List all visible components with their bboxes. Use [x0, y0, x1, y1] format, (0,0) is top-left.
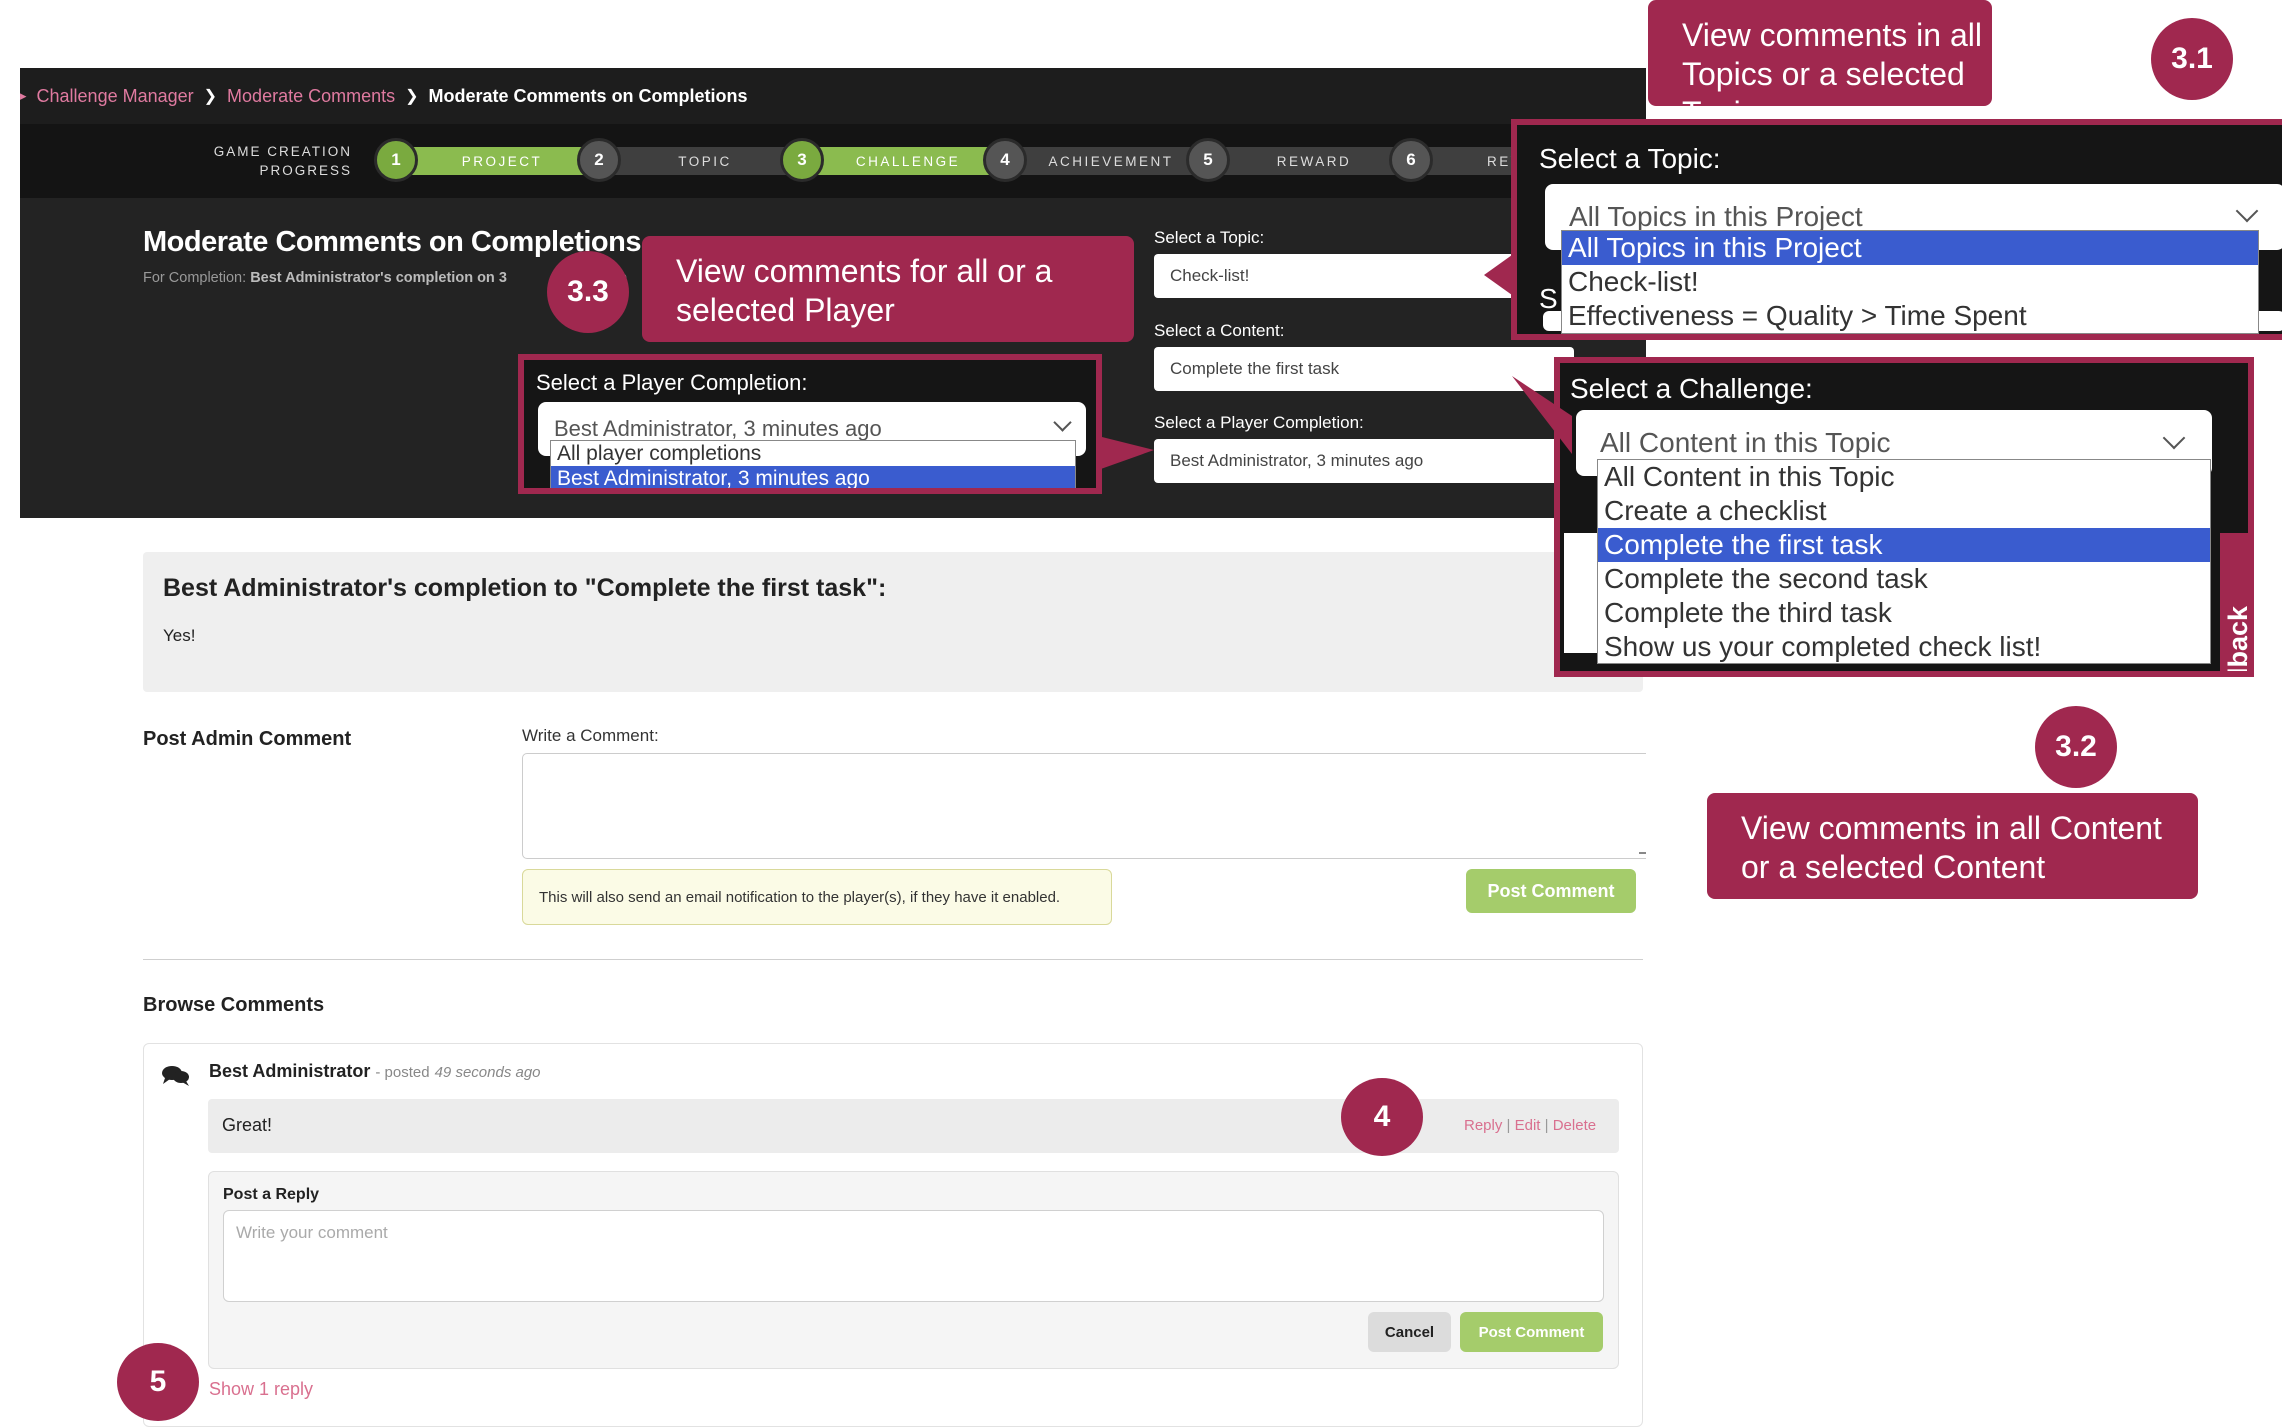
challenge-option[interactable]: Complete the third task: [1598, 596, 2210, 630]
player-option[interactable]: Best Administrator, 3 minutes ago: [551, 466, 1075, 488]
post-comment-button[interactable]: Post Comment: [1466, 869, 1636, 913]
step-topic[interactable]: TOPIC: [615, 147, 795, 175]
completion-title: Best Administrator's completion to "Comp…: [163, 574, 887, 602]
subtitle-prefix: For Completion:: [143, 270, 247, 286]
breadcrumb-current: Moderate Comments on Completions: [428, 85, 748, 106]
zoom-challenge-value: All Content in this Topic: [1600, 427, 1891, 458]
badge-4: 4: [1341, 1078, 1423, 1156]
breadcrumb: ▸ Challenge Manager ❯ Moderate Comments …: [20, 68, 748, 124]
challenge-option[interactable]: Show us your completed check list!: [1598, 630, 2210, 664]
pointer-arrow-icon: [1098, 430, 1154, 470]
step-number-3[interactable]: 3: [780, 138, 824, 182]
show-replies-link[interactable]: Show 1 reply: [209, 1379, 313, 1400]
badge-5: 5: [117, 1343, 199, 1421]
callout-topic: View comments in all Topics or a selecte…: [1648, 0, 1992, 131]
challenge-option[interactable]: Complete the second task: [1598, 562, 2210, 596]
breadcrumb-bar: ▸ Challenge Manager ❯ Moderate Comments …: [20, 68, 1646, 124]
content-select[interactable]: Complete the first task: [1154, 347, 1574, 391]
zoom-challenge-label: Select a Challenge:: [1570, 373, 1813, 404]
breadcrumb-moderate-comments[interactable]: Moderate Comments: [227, 86, 395, 107]
step-label: REWARD: [1276, 153, 1352, 169]
browse-comments-heading: Browse Comments: [143, 994, 325, 1016]
completion-answer: Yes!: [163, 626, 196, 645]
step-number-5[interactable]: 5: [1186, 138, 1230, 182]
post-admin-heading: Post Admin Comment: [143, 728, 352, 750]
player-option[interactable]: All player completions: [551, 441, 1075, 466]
action-separator: |: [1506, 1117, 1511, 1134]
challenge-options-list: All Content in this Topic Create a check…: [1597, 459, 2211, 664]
edit-link[interactable]: Edit: [1515, 1117, 1541, 1134]
step-label: PROJECT: [461, 153, 543, 169]
zoom-player-label: Select a Player Completion:: [536, 370, 808, 395]
reply-input[interactable]: Write your comment: [223, 1210, 1604, 1302]
badge-3-2: 3.2: [2035, 706, 2117, 788]
player-select[interactable]: Best Administrator, 3 minutes ago: [1154, 439, 1574, 483]
topic-option[interactable]: All Topics in this Project: [1562, 231, 2258, 265]
resize-handle-icon[interactable]: [1639, 842, 1646, 854]
page-title: Moderate Comments on Completions: [143, 226, 642, 258]
callout-player: View comments for all or a selected Play…: [642, 236, 1134, 342]
step-number-1[interactable]: 1: [374, 138, 418, 182]
step-label: CHALLENGE: [855, 153, 961, 169]
pointer-arrow-icon: [1512, 376, 1572, 456]
content-select-label: Select a Content:: [1154, 321, 1285, 340]
comment-meta: Best Administrator - posted 49 seconds a…: [209, 1061, 541, 1082]
cancel-button[interactable]: Cancel: [1368, 1312, 1451, 1352]
step-number-2[interactable]: 2: [577, 138, 621, 182]
comments-icon: [162, 1065, 190, 1087]
reply-link[interactable]: Reply: [1464, 1117, 1502, 1134]
step-challenge[interactable]: CHALLENGE: [818, 147, 998, 175]
topic-select-label: Select a Topic:: [1154, 228, 1265, 247]
zoom-topic-label: Select a Topic:: [1539, 143, 1721, 174]
step-project[interactable]: PROJECT: [412, 147, 592, 175]
zoom-topic-value: All Topics in this Project: [1569, 201, 1863, 232]
step-achievement[interactable]: ACHIEVEMENT: [1021, 147, 1201, 175]
completion-panel: Best Administrator's completion to "Comp…: [143, 552, 1643, 692]
topic-options-list: All Topics in this Project Check-list! E…: [1561, 230, 2259, 334]
step-number-4[interactable]: 4: [983, 138, 1027, 182]
player-select-label: Select a Player Completion:: [1154, 413, 1364, 432]
pointer-arrow-icon: [1484, 255, 1512, 295]
posted-prefix: - posted: [375, 1064, 430, 1081]
email-notification-note: This will also send an email notificatio…: [522, 869, 1112, 925]
zoom-player-value: Best Administrator, 3 minutes ago: [554, 416, 882, 441]
side-tab-text: lback: [2223, 605, 2254, 676]
subtitle-value: Best Administrator's completion on 3: [250, 270, 507, 286]
player-options-list: All player completions Best Administrato…: [550, 440, 1076, 488]
badge-3-3: 3.3: [547, 251, 629, 333]
badge-3-1: 3.1: [2151, 18, 2233, 100]
zoom-topic-panel: Select a Topic: All Topics in this Proje…: [1511, 119, 2282, 340]
topic-option[interactable]: Effectiveness = Quality > Time Spent: [1562, 299, 2258, 333]
comment-field-label: Write a Comment:: [522, 726, 659, 745]
comment-text: Great!: [222, 1115, 273, 1135]
step-number-6[interactable]: 6: [1389, 138, 1433, 182]
breadcrumb-challenge-manager[interactable]: Challenge Manager: [37, 86, 194, 107]
chevron-right-icon: ▸: [20, 88, 27, 103]
delete-link[interactable]: Delete: [1553, 1117, 1596, 1134]
topic-option[interactable]: Check-list!: [1562, 265, 2258, 299]
challenge-option[interactable]: All Content in this Topic: [1598, 460, 2210, 494]
challenge-option[interactable]: Create a checklist: [1598, 494, 2210, 528]
reply-label: Post a Reply: [223, 1186, 320, 1203]
step-label: ACHIEVEMENT: [1048, 153, 1174, 169]
challenge-option[interactable]: Complete the first task: [1598, 528, 2210, 562]
chevron-right-icon: ❯: [405, 88, 419, 105]
zoom-player-panel: Select a Player Completion: Best Adminis…: [518, 354, 1102, 494]
divider: [143, 959, 1643, 960]
game-creation-progress: GAME CREATION PROGRESS PROJECT 1 TOPIC 2…: [20, 124, 1646, 198]
chevron-right-icon: ❯: [203, 88, 218, 105]
posted-time: 49 seconds ago: [434, 1064, 541, 1081]
step-reward[interactable]: REWARD: [1224, 147, 1404, 175]
comment-author[interactable]: Best Administrator: [209, 1061, 370, 1081]
action-separator: |: [1544, 1117, 1549, 1134]
step-label: TOPIC: [678, 153, 732, 169]
zoom-challenge-panel: Select a Challenge: All Content in this …: [1554, 357, 2254, 677]
callout-content: View comments in all Content or a select…: [1707, 793, 2198, 899]
progress-label: GAME CREATION PROGRESS: [213, 144, 352, 178]
comment-actions: Reply | Edit | Delete: [1464, 1117, 1596, 1134]
admin-comment-textarea[interactable]: [522, 753, 1646, 859]
post-reply-button[interactable]: Post Comment: [1460, 1312, 1603, 1352]
